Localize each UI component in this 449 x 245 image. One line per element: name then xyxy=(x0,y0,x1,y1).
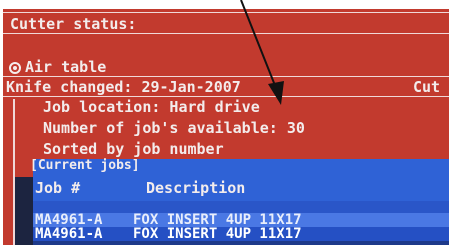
jobs-available-text: Number of job's available: 30 xyxy=(43,119,305,137)
column-job-number[interactable]: Job # xyxy=(35,180,80,196)
table-row[interactable]: MA4961-A FOX INSERT 4UP 11X17 xyxy=(33,212,449,228)
column-description[interactable]: Description xyxy=(146,180,245,196)
sorted-by-text: Sorted by job number xyxy=(43,140,224,158)
job-number-cell: MA4961-A xyxy=(35,226,103,242)
cut-label: Cut xyxy=(413,78,441,96)
photo-frame: Cutter status: Air table Knife changed: … xyxy=(0,0,449,245)
knife-changed-text: Knife changed: 29-Jan-2007 xyxy=(6,78,241,96)
description-cell: FOX INSERT 4UP 11X17 xyxy=(133,226,302,242)
current-jobs-title: [Current jobs] xyxy=(30,158,140,173)
jobs-panel-bottom xyxy=(33,241,449,245)
air-table-label: Air table xyxy=(25,58,107,76)
status-divider-bottom xyxy=(3,96,449,97)
cutter-screen: Cutter status: Air table Knife changed: … xyxy=(3,9,449,245)
status-divider-top xyxy=(3,76,449,77)
table-row[interactable]: MA4961-A FOX INSERT 4UP 11X17 xyxy=(33,226,449,242)
title-bar: Cutter status: xyxy=(3,12,449,34)
job-location-text: Job location: Hard drive xyxy=(43,98,260,116)
radio-selected-icon[interactable] xyxy=(9,62,21,74)
cutter-status-title: Cutter status: xyxy=(10,15,137,33)
